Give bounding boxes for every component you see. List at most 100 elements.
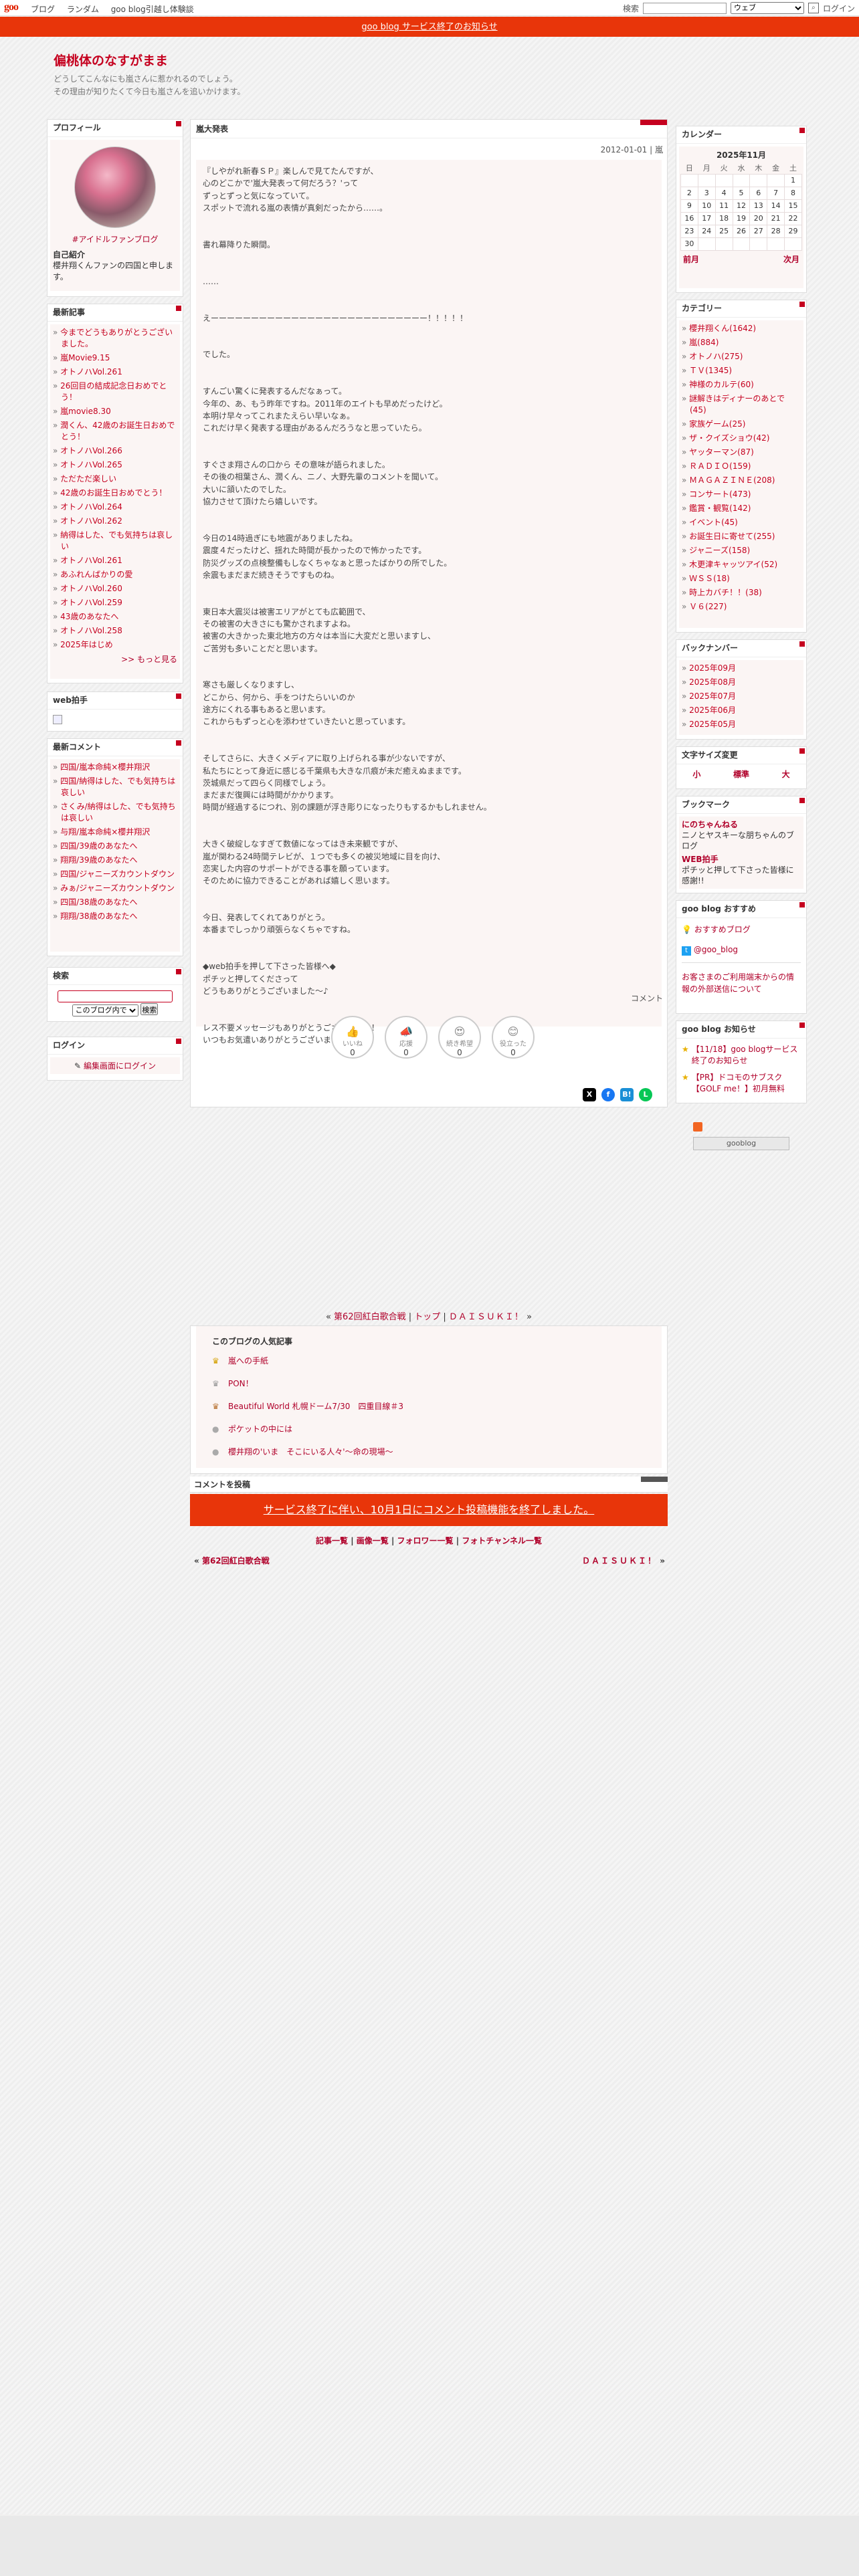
calendar-day[interactable] (767, 237, 785, 251)
category-item[interactable]: 時上カバチ！！(38) (682, 587, 801, 599)
list-item[interactable]: 翔翔/38歳のあなたへ (53, 911, 177, 922)
calendar-day[interactable]: 23 (680, 224, 698, 238)
list-item[interactable]: 2025年06月 (682, 705, 801, 716)
webclap-image-icon[interactable] (53, 715, 62, 724)
category-item[interactable]: コンサート(473) (682, 489, 801, 500)
photo-channel-link[interactable]: フォトチャンネル一覧 (462, 1536, 542, 1545)
category-item[interactable]: 家族ゲーム(25) (682, 419, 801, 430)
calendar-day[interactable]: 19 (732, 211, 751, 225)
category-item[interactable]: 木更津キャッツアイ(52) (682, 559, 801, 570)
category-item[interactable]: 櫻井翔くん(1642) (682, 323, 801, 334)
calendar-day[interactable] (714, 173, 733, 187)
hatena-bookmark-icon[interactable]: B! (620, 1088, 634, 1101)
images-list-link[interactable]: 画像一覧 (357, 1536, 389, 1545)
reaction-helpful-button[interactable]: 😊 役立った 0 (492, 1016, 535, 1059)
external-transmission-link[interactable]: お客さまのご利用端末からの情報の外部送信について (682, 972, 794, 994)
calendar-day[interactable] (680, 173, 698, 187)
font-small-button[interactable]: 小 (692, 768, 700, 780)
category-item[interactable]: 謎解きはディナーのあとで(45) (682, 393, 801, 416)
calendar-day[interactable]: 16 (680, 211, 698, 225)
list-item[interactable]: 今までどうもありがとうございました。 (53, 327, 177, 350)
list-item[interactable]: 四国/嵐本命純×櫻井翔沢 (53, 762, 177, 773)
followers-list-link[interactable]: フォロワー一覧 (397, 1536, 454, 1545)
font-large-button[interactable]: 大 (782, 768, 790, 780)
nav-migration[interactable]: goo blog引越し体験談 (111, 5, 194, 14)
calendar-day[interactable] (697, 173, 716, 187)
avatar[interactable] (74, 146, 156, 228)
blog-title[interactable]: 偏桃体のなすがまま (54, 51, 455, 69)
list-item[interactable]: オトノハVol.260 (53, 583, 177, 595)
list-item[interactable]: 四国/ジャニーズカウントダウン (53, 869, 177, 880)
calendar-day[interactable] (749, 237, 768, 251)
category-item[interactable]: ジャニーズ(158) (682, 545, 801, 556)
list-item[interactable]: オトノハVol.265 (53, 459, 177, 471)
calendar-day[interactable]: 24 (697, 224, 716, 238)
list-item[interactable]: オトノハVol.262 (53, 516, 177, 527)
facebook-share-icon[interactable]: f (601, 1088, 615, 1101)
list-item[interactable]: 与翔/嵐本命純×櫻井翔沢 (53, 827, 177, 838)
calendar-day[interactable]: 28 (767, 224, 785, 238)
calendar-day[interactable]: 3 (697, 186, 716, 200)
list-item[interactable]: オトノハVol.266 (53, 445, 177, 457)
calendar-day[interactable]: 4 (714, 186, 733, 200)
fan-blog-link[interactable]: #アイドルファンブログ (72, 235, 158, 244)
blog-search-button[interactable]: 検索 (140, 1003, 159, 1015)
calendar-day[interactable]: 5 (732, 186, 751, 200)
list-item[interactable]: ♛ PON！ (212, 1378, 646, 1389)
list-item[interactable]: ● 櫻井翔の'いま そこにいる人々'〜命の現場〜 (212, 1446, 646, 1457)
calendar-day[interactable]: 25 (714, 224, 733, 238)
line-share-icon[interactable]: L (639, 1088, 652, 1101)
calendar-day[interactable] (697, 237, 716, 251)
comment-link[interactable]: コメント (631, 992, 663, 1004)
bookmark-link-nino[interactable]: にのちゃんねる (682, 820, 738, 829)
category-item[interactable]: オトノハ(275) (682, 351, 801, 362)
blog-search-input[interactable] (58, 990, 173, 1002)
calendar-day[interactable]: 27 (749, 224, 768, 238)
calendar-day[interactable]: 20 (749, 211, 768, 225)
nav-blog[interactable]: ブログ (31, 5, 55, 14)
bookmark-link-webclap[interactable]: WEB拍手 (682, 854, 801, 865)
next-post-link[interactable]: ＤＡＩＳＵＫＩ！ (449, 1312, 524, 1322)
search-icon[interactable]: ⌕ (807, 3, 819, 13)
comment-closed-link[interactable]: サービス終了に伴い、10月1日にコメント投稿機能を終了しました。 (264, 1503, 595, 1516)
reaction-more-button[interactable]: 😍 続き希望 0 (438, 1016, 481, 1059)
category-item[interactable]: 鑑賞・観覧(142) (682, 503, 801, 514)
calendar-day[interactable]: 2 (680, 186, 698, 200)
list-item[interactable]: 2025年はじめ (53, 639, 177, 651)
category-item[interactable]: ヤッターマン(87) (682, 447, 801, 458)
calendar-day[interactable] (784, 237, 802, 251)
calendar-day[interactable]: 30 (680, 237, 698, 251)
category-item[interactable]: 嵐(884) (682, 337, 801, 348)
more-posts-link[interactable]: >> もっと見る (121, 655, 177, 664)
list-item[interactable]: 嵐movie8.30 (53, 406, 177, 417)
goo-info-item[interactable]: 【11/18】goo blogサービス終了のお知らせ (692, 1044, 801, 1067)
calendar-day[interactable]: 14 (767, 199, 785, 213)
category-item[interactable]: お誕生日に寄せて(255) (682, 531, 801, 542)
list-item[interactable]: 四国/39歳のあなたへ (53, 841, 177, 852)
list-item[interactable]: ただただ楽しい (53, 473, 177, 485)
calendar-day[interactable] (732, 237, 751, 251)
list-item[interactable]: 嵐Movie9.15 (53, 352, 177, 364)
edit-login-link[interactable]: 編集画面にログイン (84, 1061, 156, 1071)
goo-blog-button[interactable]: gooblog (693, 1137, 789, 1150)
calendar-day[interactable]: 6 (749, 186, 768, 200)
category-item[interactable]: ＴＶ(1345) (682, 365, 801, 377)
list-item[interactable]: オトノハVol.258 (53, 625, 177, 637)
list-item[interactable]: オトノハVol.261 (53, 555, 177, 566)
category-item[interactable]: ＷＳＳ(18) (682, 573, 801, 584)
prev-post-link[interactable]: 第62回紅白歌合戦 (334, 1312, 406, 1322)
prev-month-link[interactable]: 前月 (683, 253, 699, 265)
category-item[interactable]: ＭＡＧＡＺＩＮＥ(208) (682, 475, 801, 486)
calendar-day[interactable]: 22 (784, 211, 802, 225)
goo-blog-twitter-link[interactable]: @goo_blog (694, 945, 738, 954)
list-item[interactable]: 翔翔/39歳のあなたへ (53, 855, 177, 866)
reaction-cheer-button[interactable]: 📣 応援 0 (385, 1016, 427, 1059)
calendar-day[interactable]: 17 (697, 211, 716, 225)
category-item[interactable]: ザ・クイズショウ(42) (682, 433, 801, 444)
list-item[interactable]: 42歳のお誕生日おめでとう！ (53, 488, 177, 499)
category-item[interactable]: Ｖ６(227) (682, 601, 801, 613)
login-link[interactable]: ログイン (823, 3, 855, 14)
calendar-day[interactable] (714, 237, 733, 251)
prev-article-link[interactable]: 第62回紅白歌合戦 (202, 1556, 270, 1566)
calendar-day[interactable]: 15 (784, 199, 802, 213)
